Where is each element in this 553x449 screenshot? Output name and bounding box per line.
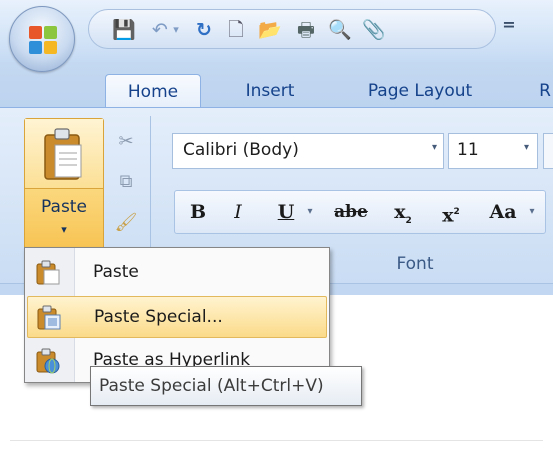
font-format-toolbar: B I U ▾ abe x2 x2 Aa ▾	[174, 190, 546, 234]
document-divider	[10, 440, 543, 441]
clipboard-icon	[44, 128, 82, 180]
menu-item-paste-special[interactable]: Paste Special...	[27, 296, 327, 338]
superscript-mark: 2	[453, 207, 460, 217]
superscript-letter: x	[442, 204, 454, 227]
font-name-combobox[interactable]: Calibri (Body) ▾	[172, 133, 444, 169]
strikethrough-button[interactable]: abe	[329, 197, 373, 227]
tooltip: Paste Special (Alt+Ctrl+V)	[90, 366, 362, 406]
font-size-value: 11	[457, 140, 479, 160]
menu-item-label: Paste	[93, 262, 139, 282]
font-name-value: Calibri (Body)	[183, 140, 299, 160]
cut-icon[interactable]: ✂	[114, 130, 138, 154]
attach-icon[interactable]: 📎	[361, 17, 387, 43]
menu-item-label: Paste Special...	[94, 307, 223, 327]
quick-access-toolbar: 💾 ↶ ▾ ↻ 🗋 📂 🖶 🔍 📎	[88, 9, 496, 49]
font-group-label: Font	[396, 254, 434, 274]
tab-home[interactable]: Home	[105, 74, 201, 110]
tooltip-text: Paste Special (Alt+Ctrl+V)	[99, 376, 324, 396]
font-size-combobox[interactable]: 11 ▾	[448, 133, 538, 169]
paste-special-icon	[37, 305, 61, 330]
undo-dropdown-icon[interactable]: ▾	[169, 17, 183, 43]
chevron-down-icon[interactable]: ▾	[524, 142, 529, 153]
office-logo-icon	[29, 26, 57, 54]
subscript-letter: x	[394, 201, 406, 223]
format-painter-icon[interactable]: 🖌	[114, 211, 138, 235]
paste-split-button[interactable]: Paste ▾	[24, 118, 104, 251]
print-icon[interactable]: 🖶	[293, 17, 319, 43]
customize-qat-icon[interactable]: =	[498, 15, 520, 39]
tab-page-layout[interactable]: Page Layout	[340, 74, 500, 108]
grow-font-button[interactable]	[543, 133, 553, 169]
paste-hyperlink-icon	[36, 348, 60, 374]
paste-icon	[36, 260, 60, 285]
save-icon[interactable]: 💾	[111, 17, 137, 43]
open-folder-icon[interactable]: 📂	[257, 17, 283, 43]
subscript-button[interactable]: x2	[385, 197, 421, 227]
change-case-dropdown-icon[interactable]: ▾	[525, 197, 539, 227]
ribbon-tab-row: Home Insert Page Layout R	[0, 62, 553, 110]
paste-label[interactable]: Paste	[25, 197, 103, 217]
chevron-down-icon[interactable]: ▾	[432, 142, 437, 153]
change-case-button[interactable]: Aa	[481, 197, 525, 227]
tab-review[interactable]: R	[530, 74, 553, 108]
superscript-button[interactable]: x2	[433, 197, 469, 227]
print-preview-icon[interactable]: 🔍	[327, 17, 353, 43]
paste-dropdown-icon[interactable]: ▾	[25, 223, 103, 236]
underline-dropdown-icon[interactable]: ▾	[303, 197, 317, 227]
bold-button[interactable]: B	[183, 197, 213, 227]
copy-icon[interactable]: ⧉	[114, 170, 138, 194]
subscript-mark: 2	[405, 215, 412, 226]
new-document-icon[interactable]: 🗋	[223, 17, 249, 43]
menu-item-paste[interactable]: Paste	[27, 252, 327, 294]
office-button[interactable]	[9, 6, 75, 72]
paste-dropdown-menu: Paste Paste Special... Paste as Hyperlin…	[24, 247, 330, 383]
underline-button[interactable]: U	[271, 197, 301, 227]
redo-icon[interactable]: ↻	[191, 17, 217, 43]
paste-button[interactable]	[25, 119, 103, 189]
italic-button[interactable]: I	[223, 197, 253, 227]
tab-insert[interactable]: Insert	[225, 74, 315, 108]
